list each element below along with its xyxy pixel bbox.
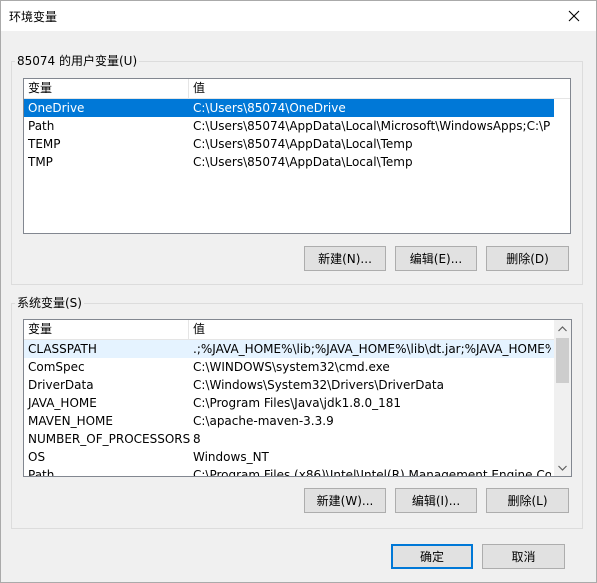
var-name: DriverData (28, 378, 94, 392)
scroll-down-button[interactable] (554, 459, 571, 476)
var-value: C:\WINDOWS\system32\cmd.exe (193, 360, 390, 374)
table-row[interactable]: CLASSPATH .;%JAVA_HOME%\lib;%JAVA_HOME%\l… (24, 340, 554, 358)
table-row[interactable]: ComSpec C:\WINDOWS\system32\cmd.exe (24, 358, 554, 376)
ok-button[interactable]: 确定 (391, 544, 473, 569)
chevron-down-icon (558, 465, 567, 471)
user-vars-list[interactable]: 变量 值 OneDrive C:\Users\85074\OneDrive Path… (23, 78, 571, 234)
user-new-button[interactable]: 新建(N)... (304, 246, 386, 271)
user-vars-header: 变量 值 (24, 79, 570, 99)
var-value: C:\Users\85074\OneDrive (193, 101, 346, 115)
scroll-up-button[interactable] (554, 320, 571, 337)
table-row[interactable]: Path C:\Users\85074\AppData\Local\Microso… (24, 117, 554, 135)
var-value: C:\Users\85074\AppData\Local\Temp (193, 137, 413, 151)
var-value: C:\Program Files (x86)\Intel\Intel(R) Ma… (193, 468, 551, 477)
var-name: MAVEN_HOME (28, 414, 113, 428)
header-value[interactable]: 值 (189, 320, 205, 339)
title-bar: 环境变量 (1, 1, 596, 31)
close-icon (568, 10, 580, 22)
sys-vars-label: 系统变量(S) (15, 294, 84, 311)
user-vars-label: 85074 的用户变量(U) (15, 52, 140, 69)
sys-edit-button[interactable]: 编辑(I)... (395, 488, 477, 513)
table-row[interactable]: JAVA_HOME C:\Program Files\Java\jdk1.8.0_… (24, 394, 554, 412)
var-name: OneDrive (28, 101, 85, 115)
header-name[interactable]: 变量 (24, 320, 188, 339)
var-value: .;%JAVA_HOME%\lib;%JAVA_HOME%\lib\dt.jar… (193, 342, 551, 356)
sys-delete-button[interactable]: 删除(L) (486, 488, 569, 513)
var-name: ComSpec (28, 360, 85, 374)
var-value: C:\Users\85074\AppData\Local\Temp (193, 155, 413, 169)
window-title: 环境变量 (9, 10, 58, 24)
user-edit-button[interactable]: 编辑(E)... (395, 246, 477, 271)
var-name: TEMP (28, 137, 61, 151)
var-value: C:\apache-maven-3.3.9 (193, 414, 334, 428)
scroll-thumb[interactable] (556, 338, 569, 383)
sys-vars-list[interactable]: 变量 值 CLASSPATH .;%JAVA_HOME%\lib;%JAVA_HO… (23, 319, 572, 477)
var-value: 8 (193, 432, 201, 446)
var-name: JAVA_HOME (28, 396, 97, 410)
var-name: Path (28, 119, 55, 133)
sys-new-button[interactable]: 新建(W)... (304, 488, 386, 513)
env-vars-dialog: 环境变量 85074 的用户变量(U) 变量 值 OneDrive C:\User… (0, 0, 597, 583)
var-value: C:\Windows\System32\Drivers\DriverData (193, 378, 444, 392)
table-row[interactable]: MAVEN_HOME C:\apache-maven-3.3.9 (24, 412, 554, 430)
table-row[interactable]: TMP C:\Users\85074\AppData\Local\Temp (24, 153, 554, 171)
table-row[interactable]: OS Windows_NT (24, 448, 554, 466)
sys-vars-scrollbar[interactable] (554, 320, 571, 476)
var-name: NUMBER_OF_PROCESSORS (28, 432, 191, 446)
var-value: Windows_NT (193, 450, 269, 464)
table-row[interactable]: DriverData C:\Windows\System32\Drivers\Dr… (24, 376, 554, 394)
header-value[interactable]: 值 (189, 79, 205, 98)
table-row[interactable]: OneDrive C:\Users\85074\OneDrive (24, 99, 554, 117)
cancel-button[interactable]: 取消 (482, 544, 565, 569)
var-name: CLASSPATH (28, 342, 97, 356)
table-row[interactable]: Path C:\Program Files (x86)\Intel\Intel(R… (24, 466, 554, 477)
var-value: C:\Users\85074\AppData\Local\Microsoft\W… (193, 119, 551, 133)
var-name: Path (28, 468, 55, 477)
var-name: OS (28, 450, 46, 464)
var-value: C:\Program Files\Java\jdk1.8.0_181 (193, 396, 402, 410)
sys-vars-header: 变量 值 (24, 320, 554, 340)
table-row[interactable]: NUMBER_OF_PROCESSORS 8 (24, 430, 554, 448)
close-button[interactable] (552, 1, 596, 31)
header-name[interactable]: 变量 (24, 79, 188, 98)
user-delete-button[interactable]: 删除(D) (486, 246, 569, 271)
chevron-up-icon (558, 325, 567, 331)
table-row[interactable]: TEMP C:\Users\85074\AppData\Local\Temp (24, 135, 554, 153)
var-name: TMP (28, 155, 53, 169)
